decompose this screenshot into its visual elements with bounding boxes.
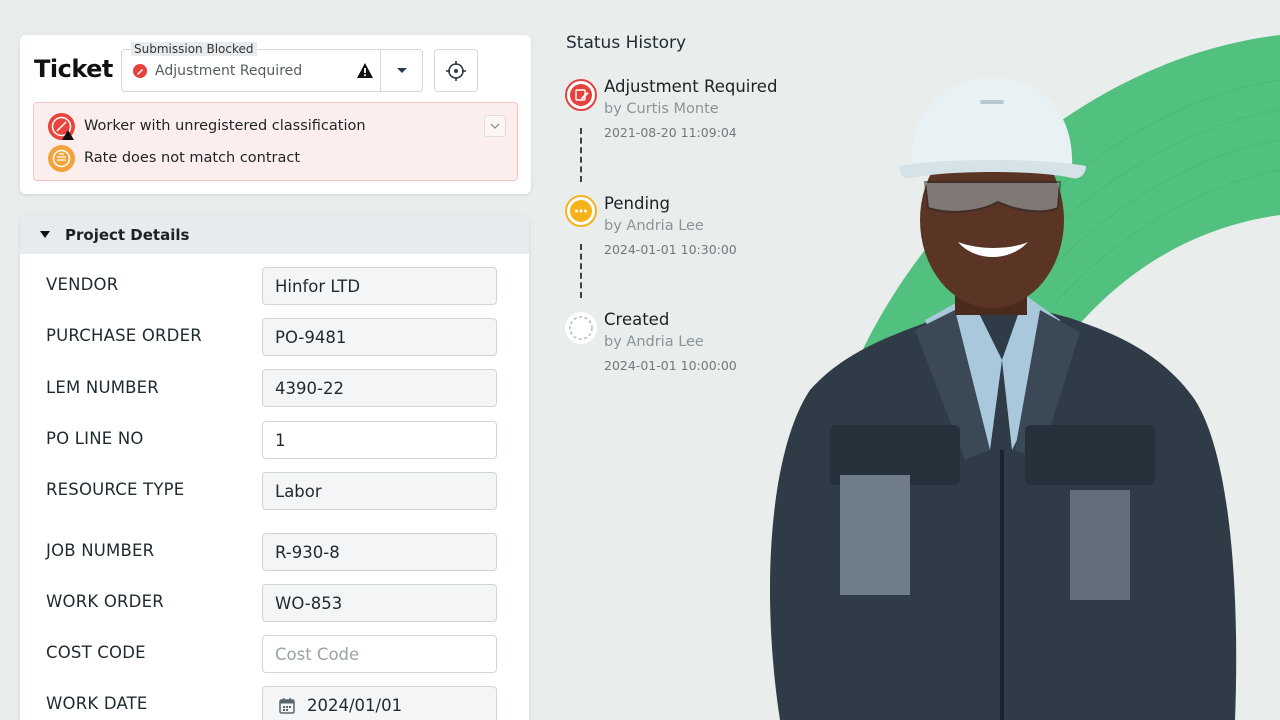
vendor-field[interactable] [262,267,497,305]
issue-item: Worker with unregistered classification [48,112,366,140]
purchase-order-label: PURCHASE ORDER [46,326,202,345]
crosshair-icon [446,60,466,81]
history-author: by Andria Lee [604,334,704,350]
project-details-card: Project Details VENDOR PURCHASE ORDER LE… [20,215,529,720]
timeline-connector [580,244,582,298]
worker-warning-icon [48,112,75,140]
history-status: Adjustment Required [604,77,778,96]
locate-button[interactable] [434,49,478,92]
worker-photo [740,70,1260,720]
chevron-down-icon [490,123,500,129]
status-field-label: Submission Blocked [131,42,257,56]
history-timestamp: 2024-01-01 10:30:00 [604,242,737,257]
cost-code-label: COST CODE [46,643,146,662]
project-details-title: Project Details [65,225,190,244]
purchase-order-field[interactable] [262,318,497,356]
issues-alert: Worker with unregistered classification … [33,102,518,181]
job-number-label: JOB NUMBER [46,541,155,560]
lem-number-label: LEM NUMBER [46,378,159,397]
status-dropdown-button[interactable] [380,50,423,91]
po-line-no-field[interactable] [262,421,497,459]
work-order-field[interactable] [262,584,497,622]
resource-type-field[interactable] [262,472,497,510]
ticket-title: Ticket [34,55,113,83]
caret-down-icon [40,231,50,238]
lem-number-field[interactable] [262,369,497,407]
history-author: by Andria Lee [604,218,704,234]
calendar-icon [279,697,295,718]
rate-coin-icon [48,144,75,172]
history-timestamp: 2021-08-20 11:09:04 [604,125,737,140]
po-line-no-label: PO LINE NO [46,429,144,448]
work-date-field[interactable] [262,686,497,720]
pending-icon [565,195,597,227]
resource-type-label: RESOURCE TYPE [46,480,185,499]
warning-icon [356,62,374,83]
chevron-down-icon [397,67,407,73]
status-history-title: Status History [566,33,687,53]
adjustment-required-icon [133,64,147,78]
issues-expand-button[interactable] [484,115,506,137]
history-status: Pending [604,194,670,213]
history-timestamp: 2024-01-01 10:00:00 [604,358,737,373]
history-status: Created [604,310,670,329]
status-value: Adjustment Required [155,63,303,79]
work-date-label: WORK DATE [46,694,148,713]
adjustment-required-icon [565,79,597,111]
job-number-field[interactable] [262,533,497,571]
history-author: by Curtis Monte [604,101,719,117]
work-order-label: WORK ORDER [46,592,164,611]
timeline-connector [580,128,582,182]
issue-text: Rate does not match contract [84,150,301,166]
cost-code-field[interactable] [262,635,497,673]
project-details-header[interactable]: Project Details [20,215,529,254]
created-icon [565,312,597,344]
issue-text: Worker with unregistered classification [84,118,366,134]
ticket-card: Ticket Adjustment Required Submission Bl… [20,35,531,194]
issue-item: Rate does not match contract [48,144,300,172]
vendor-label: VENDOR [46,275,119,294]
